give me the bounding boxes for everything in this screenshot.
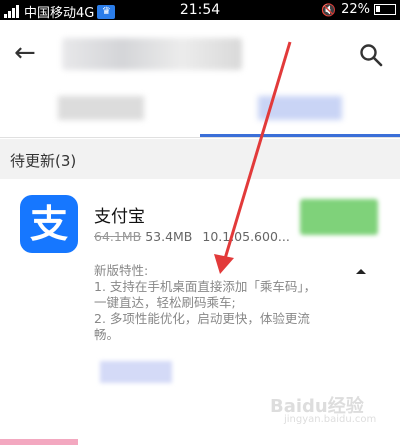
feature-line: 1. 支持在手机桌面直接添加「乘车码」， bbox=[94, 279, 317, 294]
update-button[interactable] bbox=[300, 199, 378, 235]
feature-line: 一键直达，轻松刷码乘车; bbox=[94, 295, 236, 310]
watermark-url: jingyan.baidu.com bbox=[284, 414, 377, 425]
status-right: 🔇 22% bbox=[321, 2, 396, 17]
alipay-icon: 支 bbox=[20, 195, 78, 253]
version-text: 10.1.05.600... bbox=[202, 229, 290, 244]
mute-icon: 🔇 bbox=[321, 2, 337, 17]
page-title-blurred bbox=[62, 38, 242, 70]
feature-line: 畅。 bbox=[94, 327, 120, 342]
battery-percent: 22% bbox=[341, 2, 370, 17]
tab-blurred-left[interactable] bbox=[58, 96, 144, 120]
pending-updates-header: 待更新(3) bbox=[0, 139, 400, 179]
feature-line: 2. 多项性能优化，启动更快，体验更流 bbox=[94, 311, 310, 326]
new-features: 新版特性: 1. 支持在手机桌面直接添加「乘车码」， 一键直达，轻松刷码乘车; … bbox=[94, 263, 354, 343]
app-top-bar: ← bbox=[0, 20, 400, 88]
features-label: 新版特性: bbox=[94, 263, 149, 278]
new-size: 53.4MB bbox=[145, 229, 193, 244]
search-icon[interactable] bbox=[358, 42, 384, 68]
section-title: 待更新(3) bbox=[10, 152, 77, 170]
battery-icon bbox=[374, 4, 396, 15]
blurred-action[interactable] bbox=[100, 361, 172, 383]
next-item-blurred bbox=[0, 439, 78, 445]
app-name: 支付宝 bbox=[94, 207, 145, 227]
arrow-left-icon[interactable]: ← bbox=[14, 38, 44, 68]
size-row: 64.1MB 53.4MB 10.1.05.600... bbox=[94, 229, 290, 244]
tab-bar bbox=[0, 88, 400, 138]
status-bar: 中国移动4G ♛ 21:54 🔇 22% bbox=[0, 0, 400, 21]
tab-indicator bbox=[200, 134, 400, 137]
collapse-caret-icon[interactable] bbox=[356, 269, 366, 274]
tab-blurred-right[interactable] bbox=[258, 96, 342, 120]
old-size: 64.1MB bbox=[94, 229, 142, 244]
